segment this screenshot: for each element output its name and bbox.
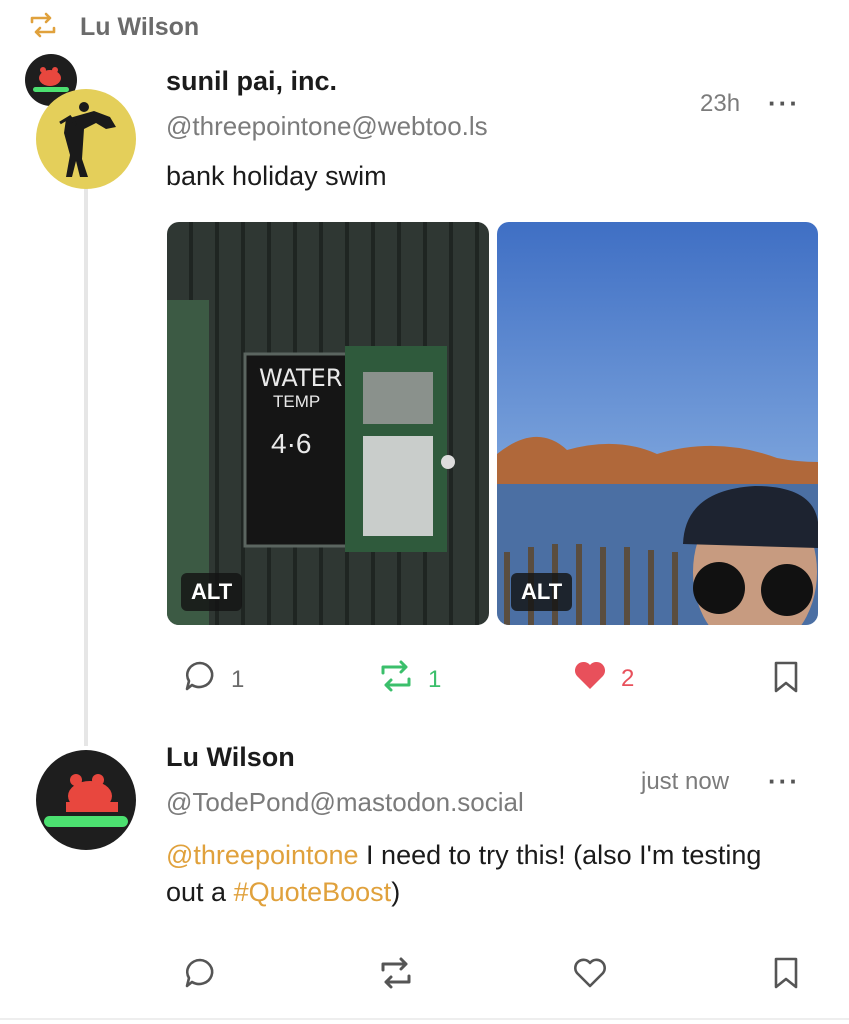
thread-line bbox=[84, 186, 88, 746]
reply-count: 1 bbox=[231, 665, 245, 693]
boosted-by-bar[interactable]: Lu Wilson bbox=[28, 10, 199, 44]
reply-author-handle[interactable]: @TodePond@mastodon.social bbox=[166, 787, 524, 818]
author-avatar[interactable] bbox=[36, 89, 136, 189]
like-button[interactable]: 2 bbox=[573, 659, 634, 698]
post-text: bank holiday swim bbox=[166, 161, 387, 191]
hashtag-link[interactable]: #QuoteBoost bbox=[234, 877, 392, 907]
boost-count: 1 bbox=[428, 665, 442, 693]
heart-icon bbox=[573, 659, 607, 698]
media-image-2[interactable]: ALT bbox=[497, 222, 818, 625]
reply-icon bbox=[183, 659, 217, 700]
alt-badge-2[interactable]: ALT bbox=[511, 573, 573, 611]
media-image-1[interactable]: WATER TEMP 4·6 ALT bbox=[167, 222, 489, 625]
reply-author-name[interactable]: Lu Wilson bbox=[166, 742, 295, 773]
alt-badge-1[interactable]: ALT bbox=[181, 573, 243, 611]
boost-icon bbox=[378, 659, 414, 700]
reply-more-options-icon[interactable]: ··· bbox=[768, 766, 800, 797]
chalkboard-line-2: TEMP bbox=[273, 392, 321, 411]
reply-bookmark-icon[interactable] bbox=[772, 956, 800, 995]
reply-time[interactable]: just now bbox=[641, 768, 729, 796]
chalkboard-line-1: WATER bbox=[259, 364, 343, 392]
reply-text-end: ) bbox=[391, 877, 401, 907]
reply-reply-icon[interactable] bbox=[183, 956, 217, 995]
like-count: 2 bbox=[621, 664, 635, 692]
reply-author-avatar[interactable] bbox=[36, 750, 136, 850]
mention-link[interactable]: @threepointone bbox=[166, 840, 359, 870]
boost-icon bbox=[28, 12, 58, 43]
post-time[interactable]: 23h bbox=[700, 90, 740, 118]
boost-button[interactable]: 1 bbox=[378, 659, 441, 700]
author-handle[interactable]: @threepointone@webtoo.ls bbox=[166, 111, 488, 142]
author-name[interactable]: sunil pai, inc. bbox=[166, 66, 337, 97]
reply-boost-icon[interactable] bbox=[378, 956, 414, 995]
divider bbox=[0, 1018, 849, 1020]
reply-text: @threepointone I need to try this! (also… bbox=[166, 837, 806, 911]
more-options-icon[interactable]: ··· bbox=[768, 88, 800, 119]
boosted-by-name[interactable]: Lu Wilson bbox=[80, 13, 199, 42]
bookmark-icon[interactable] bbox=[772, 660, 800, 699]
chalkboard-value: 4·6 bbox=[271, 428, 312, 459]
reply-heart-icon[interactable] bbox=[573, 957, 607, 994]
reply-button[interactable]: 1 bbox=[183, 659, 244, 700]
